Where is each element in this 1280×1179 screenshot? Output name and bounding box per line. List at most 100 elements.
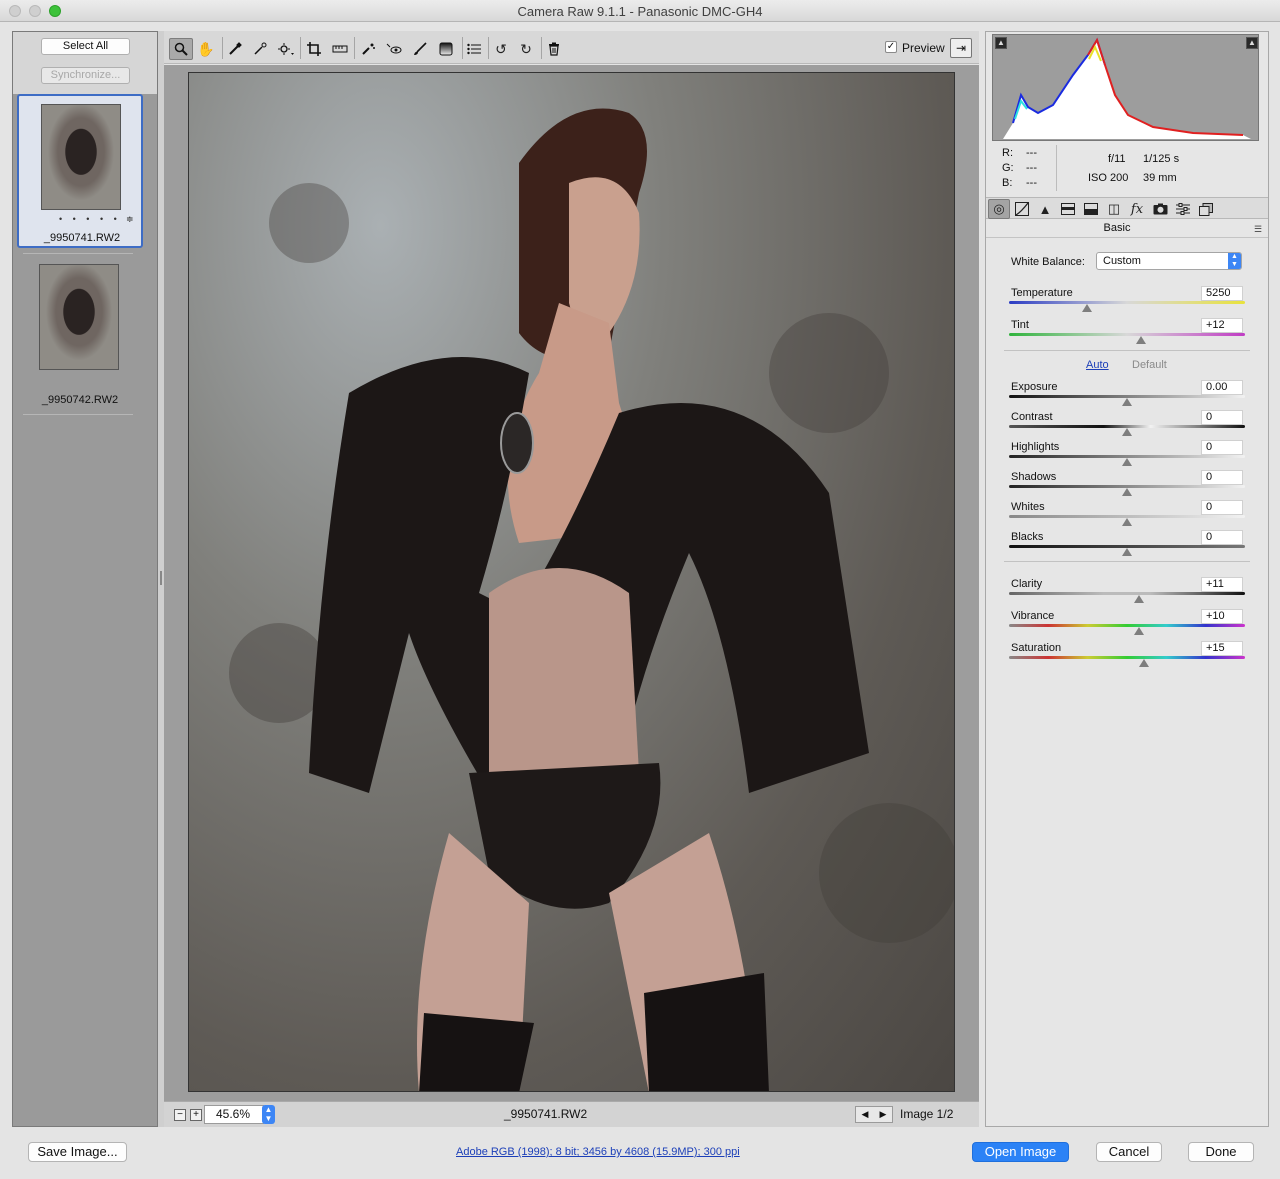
- hand-tool-icon[interactable]: ✋: [194, 38, 218, 60]
- open-image-button[interactable]: Open Image: [972, 1142, 1069, 1162]
- fullscreen-toggle-icon[interactable]: ⇥: [950, 38, 972, 58]
- zoom-stepper-icon[interactable]: ▲ ▼: [262, 1105, 275, 1124]
- red-eye-removal-tool-icon[interactable]: [382, 38, 406, 60]
- workflow-options-link[interactable]: Adobe RGB (1998); 8 bit; 3456 by 4608 (1…: [456, 1146, 740, 1158]
- next-image-icon[interactable]: ▶: [880, 1107, 887, 1122]
- zoom-level-field[interactable]: 45.6%: [204, 1105, 264, 1124]
- panel-tabs: ◎ ▲ ◫ fx: [986, 197, 1268, 219]
- white-balance-tool-icon[interactable]: [223, 38, 247, 60]
- adjustments-panel: ▲ ▲ R: --- G: --- B: --- f/11 1/125 s IS…: [985, 31, 1269, 1127]
- section-divider: [1004, 350, 1250, 351]
- default-button[interactable]: Default: [1132, 359, 1167, 371]
- iso-value: ISO 200: [1088, 172, 1129, 184]
- select-all-button[interactable]: Select All: [41, 38, 130, 55]
- shadow-clipping-warning-icon[interactable]: ▲: [995, 37, 1007, 49]
- filmstrip-divider: [23, 414, 133, 415]
- done-button[interactable]: Done: [1188, 1142, 1254, 1162]
- graduated-filter-icon[interactable]: [434, 38, 458, 60]
- tab-basic-icon[interactable]: ◎: [988, 199, 1010, 219]
- white-balance-select[interactable]: Custom ▲ ▼: [1096, 252, 1242, 270]
- splitter-grip-icon[interactable]: [160, 571, 162, 585]
- tab-presets-icon[interactable]: [1172, 199, 1194, 219]
- highlights-value-field[interactable]: 0: [1201, 440, 1243, 455]
- preview-checkbox[interactable]: ✓: [885, 41, 897, 53]
- tint-slider-track[interactable]: [1009, 333, 1245, 336]
- clarity-slider-track[interactable]: [1009, 592, 1245, 595]
- vibrance-label: Vibrance: [1011, 610, 1055, 622]
- temperature-slider-track[interactable]: [1009, 301, 1245, 304]
- trash-icon[interactable]: [542, 38, 566, 60]
- straighten-tool-icon[interactable]: [328, 38, 352, 60]
- shadows-value-field[interactable]: 0: [1201, 470, 1243, 485]
- contrast-slider-handle[interactable]: [1122, 428, 1132, 436]
- exposure-slider-handle[interactable]: [1122, 398, 1132, 406]
- previous-image-icon[interactable]: ◀: [862, 1107, 869, 1122]
- photo-figure-silhouette: [229, 108, 954, 1091]
- spot-removal-tool-icon[interactable]: [356, 38, 380, 60]
- current-filename: _9950741.RW2: [504, 1107, 588, 1121]
- image-navigator[interactable]: ◀ ▶: [855, 1106, 893, 1123]
- blacks-value-field[interactable]: 0: [1201, 530, 1243, 545]
- g-value: ---: [1026, 162, 1037, 174]
- saturation-slider-handle[interactable]: [1138, 659, 1149, 667]
- tab-effects-icon[interactable]: fx: [1126, 199, 1148, 219]
- tool-bar: ✋ ↺ ↻ ✓ Preview ⇥: [164, 31, 979, 64]
- exposure-label: Exposure: [1011, 381, 1058, 393]
- thumbnail-image: [39, 264, 119, 370]
- preferences-icon[interactable]: [462, 38, 486, 60]
- targeted-adjustment-tool-icon[interactable]: [274, 38, 298, 60]
- saturation-label: Saturation: [1011, 642, 1062, 654]
- highlights-slider-handle[interactable]: [1122, 458, 1132, 466]
- blacks-slider-handle[interactable]: [1122, 548, 1132, 556]
- preview-label[interactable]: Preview: [902, 41, 945, 55]
- white-balance-label: White Balance:: [1011, 256, 1085, 268]
- filmstrip-divider: [23, 253, 133, 254]
- tab-lens-corrections-icon[interactable]: ◫: [1103, 199, 1125, 219]
- exposure-value-field[interactable]: 0.00: [1201, 380, 1243, 395]
- tab-split-toning-icon[interactable]: [1080, 199, 1102, 219]
- color-sampler-tool-icon[interactable]: [248, 38, 272, 60]
- rotate-ccw-icon[interactable]: ↺: [489, 38, 513, 60]
- zoom-tool-icon[interactable]: [169, 38, 193, 60]
- temperature-slider-handle[interactable]: [1081, 304, 1092, 312]
- auto-button[interactable]: Auto: [1086, 359, 1109, 371]
- shutter-value: 1/125 s: [1143, 153, 1180, 165]
- clarity-value-field[interactable]: +11: [1201, 577, 1243, 592]
- filmstrip-item-1[interactable]: • • • • • ≑ _9950741.RW2: [17, 94, 143, 248]
- zoom-out-button[interactable]: −: [174, 1109, 186, 1121]
- rating-dots[interactable]: • • • • •: [59, 214, 121, 224]
- image-canvas[interactable]: [164, 65, 979, 1101]
- vibrance-value-field[interactable]: +10: [1201, 609, 1243, 624]
- synchronize-button[interactable]: Synchronize...: [41, 67, 130, 84]
- vibrance-slider-handle[interactable]: [1133, 627, 1144, 635]
- saturation-slider-track[interactable]: [1009, 656, 1245, 659]
- whites-slider-handle[interactable]: [1122, 518, 1132, 526]
- whites-value-field[interactable]: 0: [1201, 500, 1243, 515]
- crop-tool-icon[interactable]: [302, 38, 326, 60]
- tab-tone-curve-icon[interactable]: [1011, 199, 1033, 219]
- tab-snapshots-icon[interactable]: [1195, 199, 1217, 219]
- cancel-button[interactable]: Cancel: [1096, 1142, 1162, 1162]
- vibrance-slider-track[interactable]: [1009, 624, 1245, 627]
- panel-menu-icon[interactable]: ☰: [1254, 224, 1262, 235]
- tint-value-field[interactable]: +12: [1201, 318, 1243, 333]
- tab-detail-icon[interactable]: ▲: [1034, 199, 1056, 219]
- highlight-clipping-warning-icon[interactable]: ▲: [1246, 37, 1258, 49]
- adjusted-badge-icon: ≑: [126, 214, 134, 224]
- rotate-cw-icon[interactable]: ↻: [514, 38, 538, 60]
- tint-slider-handle[interactable]: [1136, 336, 1147, 344]
- saturation-value-field[interactable]: +15: [1201, 641, 1243, 656]
- blacks-label: Blacks: [1011, 531, 1044, 543]
- tint-label: Tint: [1011, 319, 1029, 331]
- filmstrip-item-2[interactable]: _9950742.RW2: [17, 256, 143, 410]
- save-image-button[interactable]: Save Image...: [28, 1142, 127, 1162]
- clarity-slider-handle[interactable]: [1133, 595, 1144, 603]
- shadows-slider-handle[interactable]: [1122, 488, 1132, 496]
- tab-hsl-icon[interactable]: [1057, 199, 1079, 219]
- zoom-in-button[interactable]: +: [190, 1109, 202, 1121]
- contrast-value-field[interactable]: 0: [1201, 410, 1243, 425]
- tab-camera-calibration-icon[interactable]: [1149, 199, 1171, 219]
- contrast-label: Contrast: [1011, 411, 1053, 423]
- temperature-value-field[interactable]: 5250: [1201, 286, 1243, 301]
- adjustment-brush-icon[interactable]: [408, 38, 432, 60]
